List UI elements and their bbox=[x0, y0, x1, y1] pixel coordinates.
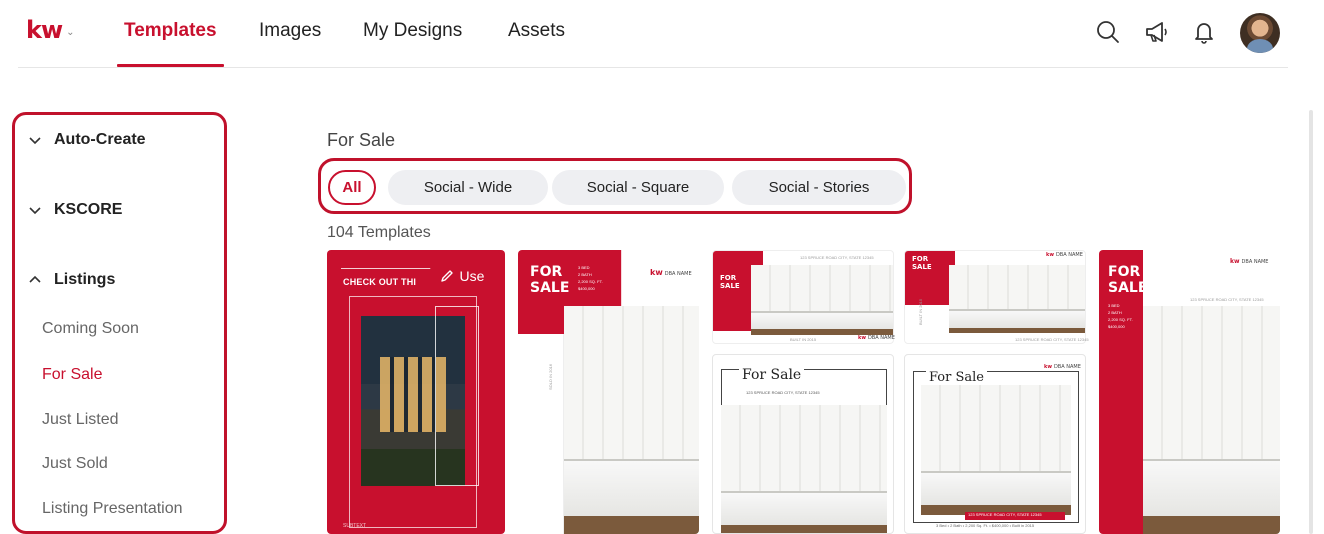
banner-address: 123 SPRUCE ROAD CITY, STATE 12345 bbox=[968, 512, 1042, 517]
card-title: For Sale bbox=[926, 370, 987, 385]
for-label: FOR bbox=[1108, 264, 1141, 280]
sidebar-group-label: KSCORE bbox=[54, 201, 123, 218]
use-template-button[interactable]: Use bbox=[428, 262, 496, 290]
header-divider bbox=[18, 67, 1288, 68]
detail-text: $400,000 bbox=[578, 286, 595, 291]
scrollbar[interactable] bbox=[1309, 110, 1313, 534]
sidebar-group-label: Listings bbox=[54, 271, 116, 288]
chevron-down-icon bbox=[29, 137, 41, 145]
kw-logo-menu[interactable]: kw ⌄ bbox=[26, 16, 75, 44]
template-preview-image bbox=[721, 405, 887, 533]
address-text: 123 SPRUCE ROAD CITY, STATE 12345 bbox=[1015, 337, 1089, 342]
sidebar-group-label: Auto-Create bbox=[54, 131, 146, 148]
address-text: 123 SPRUCE ROAD CITY, STATE 12345 bbox=[746, 390, 820, 395]
detail-text: $400,000 bbox=[1108, 324, 1125, 329]
kw-brand-mark: kw DBA NAME bbox=[650, 268, 692, 277]
template-preview-image bbox=[1143, 306, 1280, 534]
tab-assets[interactable]: Assets bbox=[508, 20, 565, 42]
filter-chip-social-stories[interactable]: Social - Stories bbox=[732, 170, 906, 205]
address-text: 123 SPRUCE ROAD CITY, STATE 12345 bbox=[800, 255, 874, 260]
tab-images[interactable]: Images bbox=[259, 20, 321, 42]
sidebar-item-for-sale[interactable]: For Sale bbox=[42, 366, 102, 384]
sale-label: SALE bbox=[530, 280, 570, 296]
sidebar-group-auto-create[interactable]: Auto-Create bbox=[28, 131, 146, 149]
pencil-icon bbox=[440, 270, 453, 282]
filter-chip-social-square[interactable]: Social - Square bbox=[552, 170, 724, 205]
template-headline: CHECK OUT THI bbox=[343, 277, 417, 287]
megaphone-icon[interactable] bbox=[1142, 18, 1170, 46]
for-label: FOR bbox=[912, 255, 929, 263]
address-text: 123 SPRUCE ROAD CITY, STATE 12345 bbox=[1190, 297, 1264, 302]
detail-text: 2 BATH bbox=[1108, 310, 1122, 315]
search-icon[interactable] bbox=[1094, 18, 1122, 46]
card-title: For Sale bbox=[739, 367, 805, 383]
footer-text: 3 Bed • 2 Bath • 2,200 Sq. Ft. • $400,00… bbox=[936, 523, 1035, 528]
page-title: For Sale bbox=[327, 130, 396, 150]
sidebar-group-listings[interactable]: Listings bbox=[28, 271, 115, 289]
detail-text: 3 BED bbox=[578, 265, 590, 270]
filter-chip-all[interactable]: All bbox=[328, 170, 376, 205]
template-card[interactable] bbox=[712, 250, 894, 344]
sale-label: SALE bbox=[720, 282, 740, 290]
top-navigation-bar: kw ⌄ Templates Images My Designs Assets bbox=[0, 0, 1324, 68]
sale-label: SALE bbox=[1108, 280, 1148, 296]
for-label: FOR bbox=[720, 274, 737, 282]
kw-brand-mark: kw DBA NAME bbox=[858, 335, 895, 341]
chevron-down-icon bbox=[29, 207, 41, 215]
sidebar-group-kscore[interactable]: KSCORE bbox=[28, 201, 122, 219]
detail-text: 3 BED bbox=[1108, 303, 1120, 308]
kw-brand-mark: kw DBA NAME bbox=[1044, 364, 1081, 370]
sidebar-item-listing-presentation[interactable]: Listing Presentation bbox=[42, 500, 183, 518]
avatar[interactable] bbox=[1240, 13, 1280, 53]
chevron-up-icon bbox=[29, 275, 41, 283]
tab-my-designs[interactable]: My Designs bbox=[363, 20, 462, 42]
kw-brand-mark: kw DBA NAME bbox=[1046, 252, 1083, 258]
kw-logo: kw bbox=[26, 16, 63, 44]
template-preview-image bbox=[949, 265, 1085, 333]
template-preview-image bbox=[751, 265, 893, 335]
sidebar-item-just-sold[interactable]: Just Sold bbox=[42, 455, 108, 473]
for-label: FOR bbox=[530, 264, 563, 280]
template-preview-image bbox=[921, 385, 1071, 515]
detail-text: 2 BATH bbox=[578, 272, 592, 277]
use-label: Use bbox=[459, 268, 485, 284]
template-card[interactable] bbox=[327, 250, 505, 534]
side-caption: BUILT IN 2015 bbox=[918, 298, 923, 325]
sidebar-item-just-listed[interactable]: Just Listed bbox=[42, 411, 118, 429]
kw-brand-mark: kw DBA NAME bbox=[1230, 258, 1269, 265]
footer-text: BUILT IN 2015 bbox=[790, 337, 817, 342]
template-preview-image bbox=[564, 306, 699, 534]
detail-text: 2,200 SQ. FT. bbox=[1108, 317, 1133, 322]
tab-templates[interactable]: Templates bbox=[124, 20, 217, 42]
template-subtext: SUBTEXT bbox=[343, 523, 367, 529]
red-header-block bbox=[518, 306, 564, 334]
detail-text: 2,200 SQ. FT. bbox=[578, 279, 603, 284]
frame-outline bbox=[435, 306, 479, 486]
sale-label: SALE bbox=[912, 263, 932, 271]
chevron-down-icon: ⌄ bbox=[66, 26, 75, 38]
sidebar-item-coming-soon[interactable]: Coming Soon bbox=[42, 320, 139, 338]
side-caption: SOLD IN 2016 bbox=[548, 363, 553, 390]
filter-chip-social-wide[interactable]: Social - Wide bbox=[388, 170, 548, 205]
bell-icon[interactable] bbox=[1190, 18, 1218, 46]
template-count: 104 Templates bbox=[327, 224, 431, 241]
